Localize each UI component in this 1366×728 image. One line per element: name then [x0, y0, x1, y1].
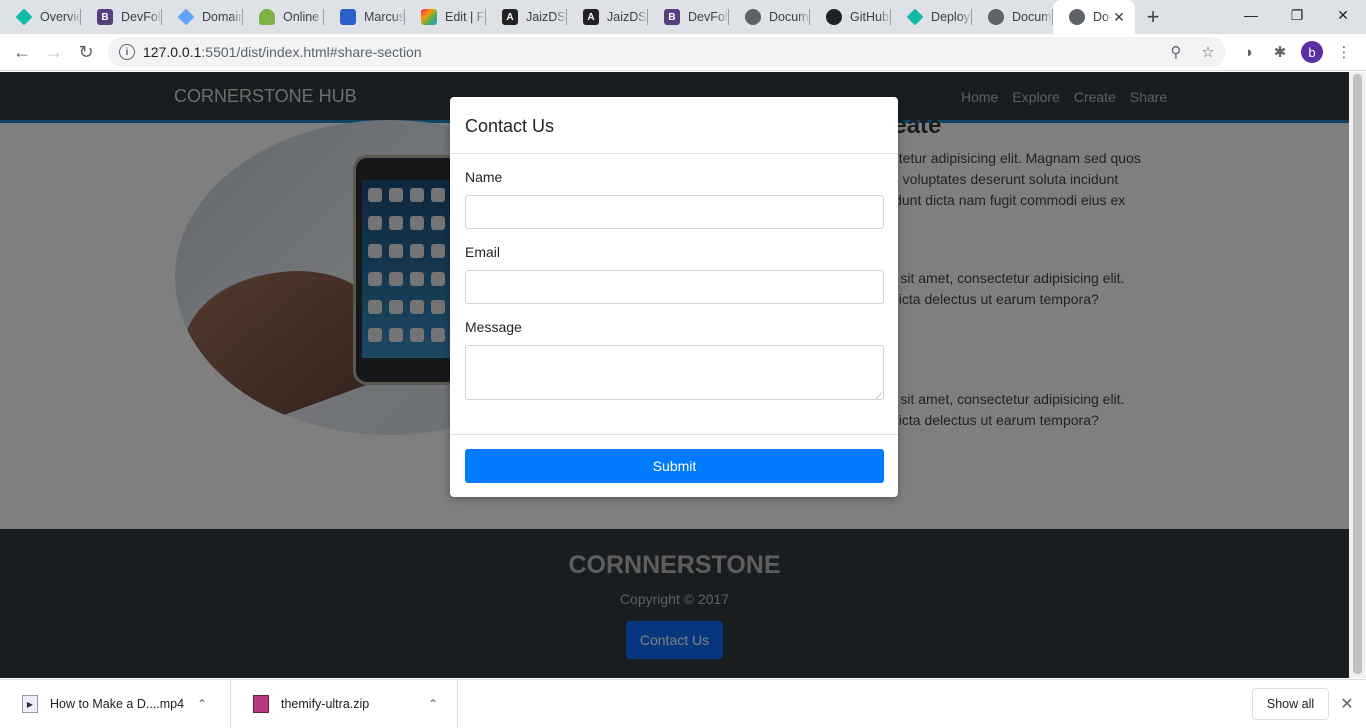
tab-title: JaizDS [526, 10, 566, 24]
diamond-blue-icon [177, 8, 195, 26]
tab-title: GitHub [850, 10, 889, 24]
web-page: CORNERSTONE HUB Home Explore Create Shar… [0, 72, 1349, 678]
tab-title: Deploy [931, 10, 970, 24]
modal-footer: Submit [450, 434, 898, 497]
message-label: Message [465, 319, 522, 335]
show-all-button[interactable]: Show all [1252, 688, 1329, 720]
contact-modal: Contact Us Name Email Message Submit [450, 97, 898, 497]
tab-title: Overvie [40, 10, 81, 24]
downloads-shelf: ▶ How to Make a D....mp4 ⌃ themify-ultra… [0, 679, 1366, 728]
github-icon [826, 9, 842, 25]
browser-tab[interactable]: Marcus [324, 0, 405, 34]
chevron-up-icon[interactable]: ⌃ [190, 697, 214, 711]
star-icon[interactable]: ☆ [1200, 44, 1216, 61]
tab-title: Edit | Fc [445, 10, 486, 24]
browser-tab[interactable]: Deploy [891, 0, 972, 34]
reload-icon[interactable]: ↻ [70, 36, 102, 68]
url-text[interactable]: 127.0.0.1:5501/dist/index.html#share-sec… [143, 44, 422, 60]
browser-tab[interactable]: GitHub [810, 0, 891, 34]
name-field[interactable] [465, 195, 884, 229]
hex-icon [340, 9, 356, 25]
winrar-archive-icon [253, 695, 269, 713]
forward-icon[interactable]: → [38, 36, 70, 68]
tab-title: Docum [769, 10, 809, 24]
chevron-up-icon[interactable]: ⌃ [421, 697, 445, 711]
page-scrollbar[interactable] [1349, 72, 1366, 678]
zoom-icon[interactable]: ⚲ [1168, 44, 1184, 61]
browser-tab[interactable]: A JaizDS [486, 0, 567, 34]
scrollbar-thumb[interactable] [1353, 74, 1362, 674]
tab-title: Docum [1012, 10, 1052, 24]
extensions-puzzle-icon[interactable]: ✱ [1267, 39, 1293, 65]
browser-tab[interactable]: A JaizDS [567, 0, 648, 34]
url-path: :5501/dist/index.html#share-section [201, 44, 422, 60]
download-item[interactable]: themify-ultra.zip ⌃ [231, 679, 458, 728]
tab-title: DevFoli [121, 10, 162, 24]
angular-icon: A [583, 9, 599, 25]
info-icon[interactable]: i [119, 44, 135, 60]
bootstrap-icon: B [664, 9, 680, 25]
message-textarea[interactable] [465, 345, 884, 402]
url-host: 127.0.0.1 [143, 44, 202, 60]
browser-tab[interactable]: Edit | Fc [405, 0, 486, 34]
modal-header: Contact Us [450, 97, 898, 154]
diamond-teal-icon [15, 8, 33, 26]
modal-title: Contact Us [465, 116, 555, 136]
globe-icon [988, 9, 1004, 25]
browser-toolbar: ← → ↻ i 127.0.0.1:5501/dist/index.html#s… [0, 34, 1366, 71]
tab-title: Online [283, 10, 320, 24]
browser-tab[interactable]: B DevFoli [648, 0, 729, 34]
close-tab-icon[interactable]: ✕ [1111, 9, 1127, 26]
close-icon[interactable]: ✕ [1338, 695, 1356, 713]
back-icon[interactable]: ← [6, 36, 38, 68]
browser-tab[interactable]: Docum [972, 0, 1053, 34]
email-label: Email [465, 244, 501, 260]
tab-title: Doc [1093, 10, 1111, 24]
bootstrap-icon: B [97, 9, 113, 25]
download-item[interactable]: ▶ How to Make a D....mp4 ⌃ [0, 679, 231, 728]
browser-tab[interactable]: Docum [729, 0, 810, 34]
download-name: How to Make a D....mp4 [50, 697, 185, 711]
angular-icon: A [502, 9, 518, 25]
video-file-icon: ▶ [22, 695, 38, 713]
browser-tab[interactable]: Doc✕ [1053, 0, 1135, 34]
tab-title: Marcus [364, 10, 405, 24]
diamond-teal-icon [906, 8, 924, 26]
browser-tab[interactable]: Domain [162, 0, 243, 34]
restore-icon[interactable]: ❐ [1274, 0, 1320, 30]
globe-icon [1069, 9, 1085, 25]
menu-kebab-icon[interactable]: ⋮ [1331, 39, 1357, 65]
submit-button[interactable]: Submit [465, 449, 884, 483]
browser-tab[interactable]: Online [243, 0, 324, 34]
email-field[interactable] [465, 270, 884, 304]
browser-tab[interactable]: Overvie [0, 0, 81, 34]
download-name: themify-ultra.zip [281, 697, 370, 711]
android-icon [259, 9, 275, 25]
modal-body: Name Email Message [450, 154, 898, 434]
tab-strip: Overvie B DevFoli Domain Online Marcus Edit | … [0, 0, 1366, 34]
globe-icon [745, 9, 761, 25]
browser-tab[interactable]: B DevFoli [81, 0, 162, 34]
colorgrid-icon [421, 9, 437, 25]
minimize-icon[interactable]: — [1228, 0, 1274, 30]
name-label: Name [465, 169, 503, 185]
address-bar[interactable]: i 127.0.0.1:5501/dist/index.html#share-s… [108, 37, 1226, 67]
profile-avatar-button[interactable]: b [1299, 39, 1325, 65]
tab-title: DevFoli [688, 10, 729, 24]
avatar: b [1301, 41, 1323, 63]
extension-moon-icon[interactable]: ◑ [1235, 39, 1261, 65]
tab-title: JaizDS [607, 10, 647, 24]
tab-title: Domain [202, 10, 243, 24]
new-tab-button[interactable]: + [1135, 0, 1171, 34]
close-window-icon[interactable]: ✕ [1320, 0, 1366, 30]
